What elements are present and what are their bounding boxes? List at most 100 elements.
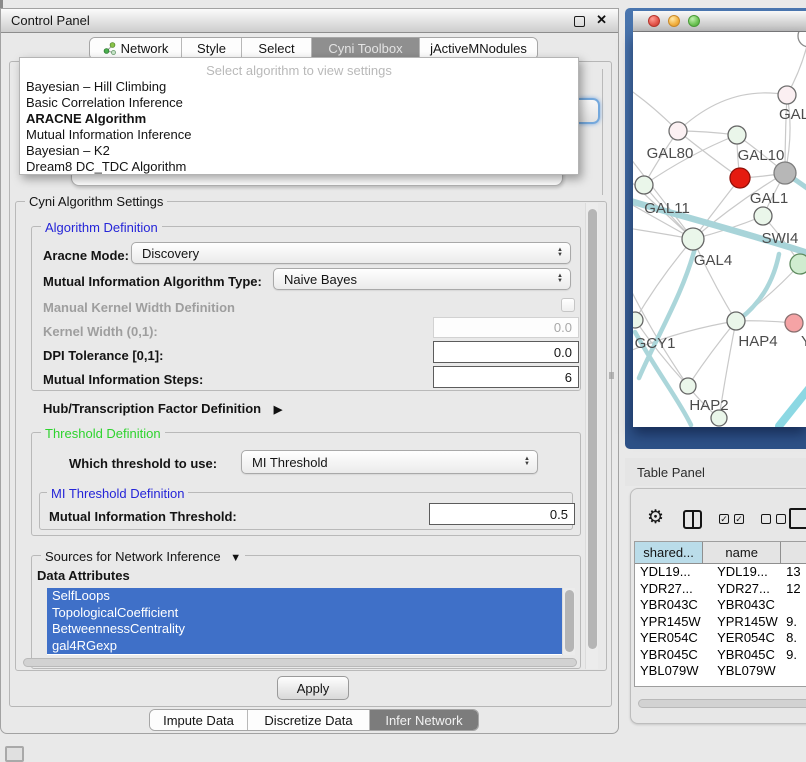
mi-threshold-input[interactable]: 0.5 (429, 503, 575, 525)
network-node[interactable] (730, 168, 750, 188)
network-edge[interactable] (740, 254, 779, 319)
attributes-list-scrollbar[interactable] (562, 588, 575, 655)
algorithm-option[interactable]: Dream8 DC_TDC Algorithm (20, 159, 578, 175)
tab-impute-data[interactable]: Impute Data (150, 710, 248, 730)
algorithm-option[interactable]: Bayesian – Hill Climbing (20, 79, 578, 95)
sources-group-title[interactable]: Sources for Network Inference ▼ (41, 549, 245, 564)
network-node[interactable] (754, 207, 772, 225)
hub-definition-label: Hub/Transcription Factor Definition (43, 401, 261, 416)
tab-infer-network[interactable]: Infer Network (370, 710, 478, 730)
dock-panel-icon[interactable] (5, 746, 24, 762)
mi-steps-label: Mutual Information Steps: (43, 372, 203, 387)
table-cell: YBR043C (703, 597, 781, 614)
algorithm-option[interactable]: Bayesian – K2 (20, 143, 578, 159)
network-node-label: GAL4 (694, 252, 732, 269)
float-panel-icon[interactable] (574, 16, 585, 27)
network-node[interactable] (728, 126, 746, 144)
kernel-width-input[interactable]: 0.0 (433, 317, 579, 338)
dpi-tolerance-input[interactable]: 0.0 (433, 341, 579, 363)
network-node[interactable] (635, 176, 653, 194)
tab-select[interactable]: Select (242, 38, 312, 59)
settings-vertical-scrollbar[interactable] (585, 203, 598, 669)
algorithm-combo-fragment[interactable] (579, 98, 600, 124)
network-node[interactable] (680, 378, 696, 394)
attribute-item-selected[interactable]: TopologicalCoefficient (47, 605, 562, 622)
which-threshold-select[interactable]: MI Threshold ▲▼ (241, 450, 538, 474)
attributes-scrollbar-thumb[interactable] (565, 590, 574, 652)
algorithm-option[interactable]: Basic Correlation Inference (20, 95, 578, 111)
mi-type-select[interactable]: Naive Bayes ▲▼ (273, 268, 571, 290)
network-node[interactable] (778, 86, 796, 104)
zoom-traffic-light[interactable] (688, 15, 700, 27)
network-node[interactable] (669, 122, 687, 140)
table-cell: 9. (781, 647, 806, 664)
table-row[interactable]: YBL079WYBL079W (635, 663, 806, 680)
table-row[interactable]: YBR043CYBR043C (635, 597, 806, 614)
settings-scrollbar-thumb[interactable] (588, 209, 597, 649)
mi-steps-input[interactable]: 6 (433, 366, 579, 388)
dpi-tolerance-value: 0.0 (554, 345, 572, 360)
column-header-name[interactable]: name (703, 542, 781, 563)
table-cell: YLR345W (703, 680, 781, 683)
function-builder-icon[interactable] (789, 508, 806, 529)
resize-grip-artifact (609, 372, 614, 379)
network-edge[interactable] (639, 248, 695, 378)
network-window: GALGAL80GAL10GAL1GAL11SWI4GAL4GCY1HAP4YH… (625, 8, 806, 449)
table-cell: YPR145W (703, 614, 781, 631)
tab-cyni-toolbox[interactable]: Cyni Toolbox (312, 38, 420, 59)
tab-style[interactable]: Style (182, 38, 242, 59)
network-node[interactable] (785, 314, 803, 332)
minimize-traffic-light[interactable] (668, 15, 680, 27)
network-node[interactable] (798, 32, 806, 47)
network-node[interactable] (682, 228, 704, 250)
gear-icon[interactable]: ⚙ (647, 506, 664, 529)
attribute-item-selected[interactable]: SelfLoops (47, 588, 562, 605)
table-cell: YPR145W (635, 614, 703, 631)
algorithm-option[interactable]: ARACNE Algorithm (20, 111, 578, 127)
network-node[interactable] (790, 254, 806, 274)
table-row[interactable]: YER054CYER054C8. (635, 630, 806, 647)
network-node[interactable] (727, 312, 745, 330)
tab-discretize-data[interactable]: Discretize Data (248, 710, 370, 730)
network-node[interactable] (633, 312, 643, 328)
network-canvas[interactable]: GALGAL80GAL10GAL1GAL11SWI4GAL4GCY1HAP4YH… (633, 32, 806, 427)
table-row[interactable]: YPR145WYPR145W9. (635, 614, 806, 631)
expanded-arrow-icon: ▼ (230, 552, 241, 564)
aracne-mode-select[interactable]: Discovery ▲▼ (131, 242, 571, 264)
mi-threshold-label: Mutual Information Threshold: (49, 509, 237, 524)
algorithm-option[interactable]: Mutual Information Inference (20, 127, 578, 143)
attribute-item-selected[interactable]: gal4RGexp (47, 638, 562, 655)
tab-jactivemnodules[interactable]: jActiveMNodules (420, 38, 537, 59)
table-row[interactable]: YDR27...YDR27...12 (635, 581, 806, 598)
column-header-shared-name[interactable]: shared... (635, 542, 703, 563)
close-traffic-light[interactable] (648, 15, 660, 27)
settings-horizontal-scrollbar[interactable] (23, 658, 577, 667)
tab-network[interactable]: Network (90, 38, 182, 59)
apply-button[interactable]: Apply (277, 676, 349, 700)
network-edge[interactable] (688, 321, 736, 386)
tab-infer-network-label: Infer Network (385, 713, 462, 728)
data-attributes-list[interactable]: SelfLoopsTopologicalCoefficientBetweenne… (47, 588, 562, 655)
table-row[interactable]: YBR045CYBR045C9. (635, 647, 806, 664)
network-edge[interactable] (678, 93, 787, 131)
table-horizontal-scrollbar[interactable] (638, 699, 806, 708)
select-all-checkbox-icon[interactable]: ✓ (734, 514, 744, 524)
network-node[interactable] (774, 162, 796, 184)
table-row[interactable]: YLR345WYLR345W9. (635, 680, 806, 683)
table-header-row: shared... name (635, 542, 806, 564)
close-icon[interactable]: ✕ (596, 12, 607, 28)
network-node-label: GAL1 (750, 190, 788, 207)
table-row[interactable]: YDL19...YDL19...13 (635, 564, 806, 581)
deselect-all-checkbox-icon[interactable] (761, 514, 771, 524)
hub-definition-toggle[interactable]: Hub/Transcription Factor Definition ▶ (43, 401, 282, 416)
select-all-checkbox-icon[interactable]: ✓ (719, 514, 729, 524)
attribute-item-selected[interactable]: BetweennessCentrality (47, 621, 562, 638)
network-edge[interactable] (633, 154, 693, 239)
deselect-all-checkbox-icon[interactable] (776, 514, 786, 524)
column-header-partial[interactable] (781, 542, 806, 563)
columns-icon[interactable] (683, 510, 702, 529)
manual-kernel-checkbox[interactable] (561, 298, 575, 312)
tab-cyni-toolbox-label: Cyni Toolbox (328, 41, 402, 56)
network-window-titlebar[interactable] (633, 11, 806, 32)
network-edge[interactable] (779, 386, 806, 426)
